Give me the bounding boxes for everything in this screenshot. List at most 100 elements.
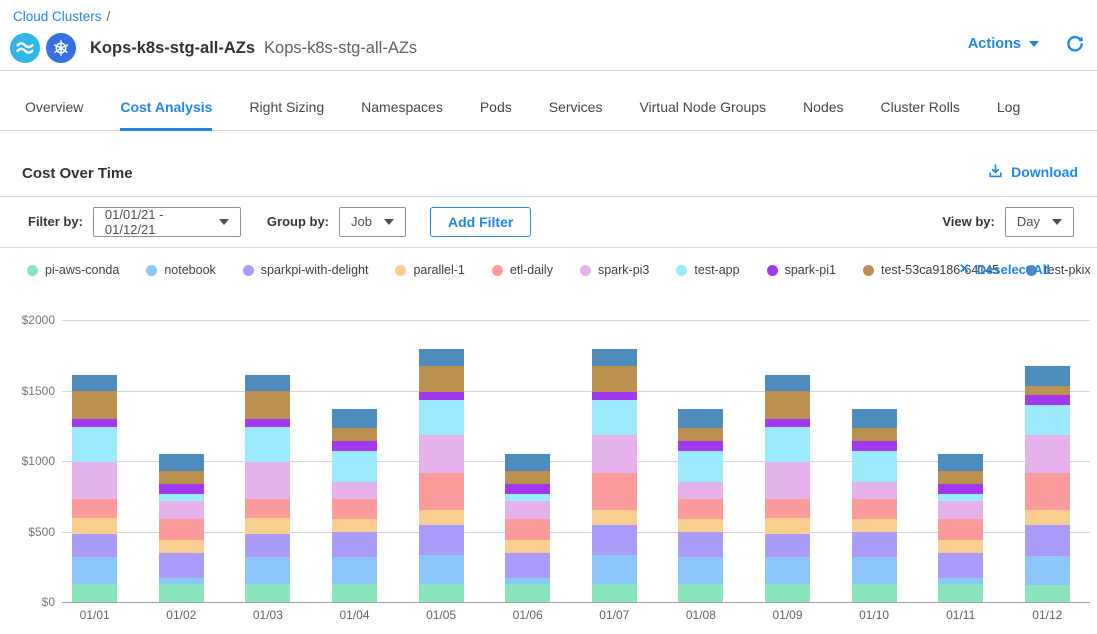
date-range-select[interactable]: 01/01/21 - 01/12/21: [93, 207, 241, 237]
bar-segment[interactable]: [592, 525, 637, 556]
legend-item[interactable]: etl-daily: [492, 263, 553, 277]
bar-segment[interactable]: [332, 441, 377, 451]
bar-segment[interactable]: [505, 584, 550, 602]
bar-segment[interactable]: [72, 584, 117, 602]
legend-item[interactable]: test-app: [676, 263, 739, 277]
tab-right-sizing[interactable]: Right Sizing: [249, 99, 324, 131]
bar-segment[interactable]: [1025, 556, 1070, 585]
bar-segment[interactable]: [332, 557, 377, 584]
bar-segment[interactable]: [332, 519, 377, 531]
bar-segment[interactable]: [505, 519, 550, 540]
actions-button[interactable]: Actions: [968, 36, 1039, 52]
legend-item[interactable]: parallel-1: [395, 263, 464, 277]
bar-segment[interactable]: [505, 484, 550, 494]
bar-segment[interactable]: [1025, 395, 1070, 404]
legend-item[interactable]: pi-aws-conda: [27, 263, 119, 277]
bar-segment[interactable]: [419, 392, 464, 401]
bar-segment[interactable]: [852, 557, 897, 584]
bar-segment[interactable]: [159, 540, 204, 553]
stacked-bar-01-11[interactable]: [938, 454, 983, 602]
bar-segment[interactable]: [852, 532, 897, 557]
bar-segment[interactable]: [1025, 473, 1070, 510]
bar-segment[interactable]: [505, 540, 550, 553]
bar-segment[interactable]: [72, 499, 117, 518]
breadcrumb-cloud-clusters-link[interactable]: Cloud Clusters: [13, 9, 102, 24]
bar-segment[interactable]: [592, 366, 637, 392]
stacked-bar-01-04[interactable]: [332, 409, 377, 602]
bar-segment[interactable]: [1025, 366, 1070, 385]
tab-virtual-node-groups[interactable]: Virtual Node Groups: [639, 99, 766, 131]
bar-segment[interactable]: [678, 557, 723, 584]
bar-segment[interactable]: [678, 584, 723, 602]
bar-segment[interactable]: [678, 532, 723, 557]
bar-segment[interactable]: [678, 428, 723, 441]
bar-segment[interactable]: [72, 534, 117, 557]
bar-segment[interactable]: [159, 553, 204, 578]
bar-segment[interactable]: [592, 392, 637, 401]
bar-segment[interactable]: [852, 584, 897, 602]
bar-segment[interactable]: [72, 375, 117, 392]
bar-segment[interactable]: [72, 391, 117, 419]
bar-segment[interactable]: [765, 391, 810, 419]
bar-segment[interactable]: [72, 419, 117, 428]
bar-segment[interactable]: [678, 482, 723, 500]
bar-segment[interactable]: [159, 494, 204, 501]
add-filter-button[interactable]: Add Filter: [430, 207, 531, 237]
bar-segment[interactable]: [1025, 510, 1070, 525]
tab-overview[interactable]: Overview: [25, 99, 83, 131]
bar-segment[interactable]: [678, 499, 723, 519]
stacked-bar-01-12[interactable]: [1025, 366, 1070, 602]
bar-segment[interactable]: [419, 510, 464, 525]
stacked-bar-01-08[interactable]: [678, 409, 723, 602]
bar-segment[interactable]: [332, 532, 377, 557]
bar-segment[interactable]: [419, 366, 464, 392]
stacked-bar-01-02[interactable]: [159, 454, 204, 602]
bar-segment[interactable]: [505, 494, 550, 501]
bar-segment[interactable]: [1025, 386, 1070, 396]
bar-segment[interactable]: [332, 451, 377, 482]
bar-segment[interactable]: [159, 471, 204, 485]
legend-item[interactable]: notebook: [146, 263, 215, 277]
bar-segment[interactable]: [765, 518, 810, 534]
bar-segment[interactable]: [678, 451, 723, 482]
bar-segment[interactable]: [245, 499, 290, 518]
bar-segment[interactable]: [678, 409, 723, 428]
bar-segment[interactable]: [852, 482, 897, 500]
bar-segment[interactable]: [419, 525, 464, 556]
bar-segment[interactable]: [592, 349, 637, 366]
bar-segment[interactable]: [852, 519, 897, 531]
bar-segment[interactable]: [1025, 405, 1070, 436]
bar-segment[interactable]: [419, 555, 464, 584]
bar-segment[interactable]: [938, 540, 983, 553]
deselect-all-button[interactable]: ✕ Deselect All: [959, 261, 1050, 277]
bar-segment[interactable]: [505, 553, 550, 578]
bar-segment[interactable]: [592, 435, 637, 473]
bar-segment[interactable]: [159, 454, 204, 471]
bar-segment[interactable]: [332, 482, 377, 500]
bar-segment[interactable]: [505, 501, 550, 519]
stacked-bar-01-03[interactable]: [245, 375, 290, 602]
bar-segment[interactable]: [245, 518, 290, 534]
bar-segment[interactable]: [938, 584, 983, 602]
bar-segment[interactable]: [938, 501, 983, 519]
bar-segment[interactable]: [678, 441, 723, 451]
bar-segment[interactable]: [1025, 525, 1070, 557]
tab-namespaces[interactable]: Namespaces: [361, 99, 443, 131]
bar-segment[interactable]: [245, 462, 290, 499]
bar-segment[interactable]: [852, 409, 897, 428]
bar-segment[interactable]: [938, 484, 983, 494]
legend-item[interactable]: spark-pi1: [767, 263, 836, 277]
bar-segment[interactable]: [419, 349, 464, 366]
stacked-bar-01-06[interactable]: [505, 454, 550, 602]
bar-segment[interactable]: [938, 454, 983, 471]
download-button[interactable]: Download: [987, 163, 1078, 180]
legend-item[interactable]: spark-pi3: [580, 263, 649, 277]
bar-segment[interactable]: [72, 427, 117, 461]
bar-segment[interactable]: [765, 584, 810, 602]
stacked-bar-01-01[interactable]: [72, 375, 117, 602]
bar-segment[interactable]: [419, 435, 464, 473]
bar-segment[interactable]: [852, 451, 897, 482]
bar-segment[interactable]: [72, 518, 117, 534]
stacked-bar-01-09[interactable]: [765, 375, 810, 602]
bar-segment[interactable]: [765, 427, 810, 461]
